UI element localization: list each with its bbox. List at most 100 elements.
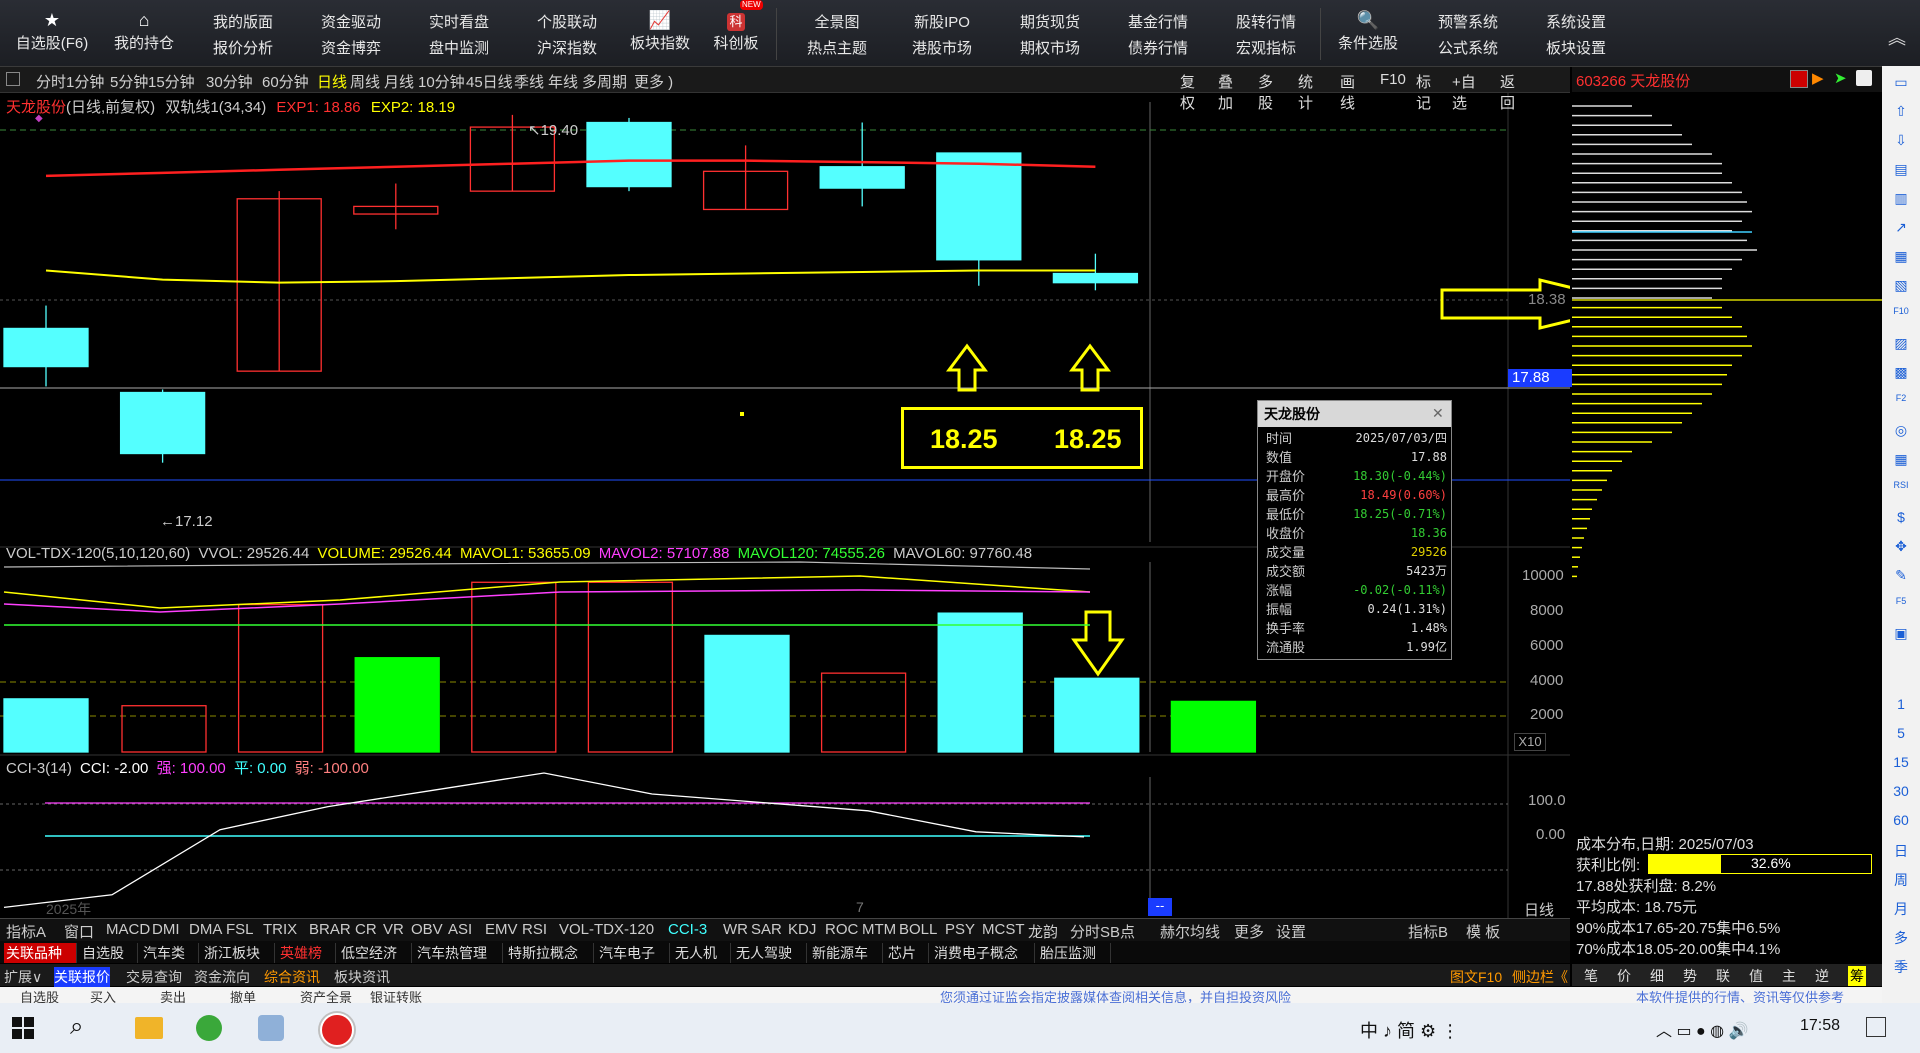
block-tab[interactable]: 汽车电子 xyxy=(597,943,670,963)
period-tab[interactable]: 45日线 xyxy=(466,71,513,92)
alert-system-link[interactable]: 预警系统 xyxy=(1418,10,1518,36)
sidebar-tool-icon[interactable]: ▨ xyxy=(1891,335,1911,355)
futures-link[interactable]: 期货现货 xyxy=(1000,10,1100,36)
watchlist-button[interactable]: ★ 自选股(F6) xyxy=(4,8,100,60)
kechuang-button[interactable]: 科 NEW 科创板 xyxy=(688,0,784,60)
chart-tool-button[interactable]: 画线 xyxy=(1340,71,1355,113)
chart-tool-button[interactable]: 叠加 xyxy=(1218,71,1233,113)
sidebar-period-button[interactable]: 60 xyxy=(1886,812,1916,828)
indicator-tab[interactable]: BRAR xyxy=(309,921,351,938)
indicator-tab[interactable]: BOLL xyxy=(899,921,937,938)
indicator-tab[interactable]: 指标B xyxy=(1408,921,1448,942)
sidebar-tool-icon[interactable]: ⇩ xyxy=(1891,132,1911,152)
close-icon[interactable]: ✕ xyxy=(1432,405,1444,422)
block-tab[interactable]: 新能源车 xyxy=(810,943,883,963)
intraday-monitor-link[interactable]: 盘中监测 xyxy=(409,36,509,62)
chart-tool-button[interactable]: 多股 xyxy=(1258,71,1273,113)
chart-tool-button[interactable]: 返回 xyxy=(1500,71,1515,113)
period-tab[interactable]: 季线 xyxy=(514,71,544,92)
sidebar-period-button[interactable]: 15 xyxy=(1886,754,1916,770)
chart-tool-button[interactable]: +自选 xyxy=(1452,71,1476,113)
indicator-tab[interactable]: VR xyxy=(383,921,404,938)
indicator-tab[interactable]: 设置 xyxy=(1276,921,1306,942)
indicator-tab[interactable]: DMI xyxy=(152,921,180,938)
side-tab[interactable]: 联 xyxy=(1716,966,1730,986)
settings-icon[interactable] xyxy=(1856,70,1872,86)
windows-start-icon[interactable] xyxy=(12,1017,34,1039)
sidebar-tool-icon[interactable]: ▩ xyxy=(1891,364,1911,384)
ime-indicator[interactable]: 中 ♪ 简 ⚙ ⋮ xyxy=(1360,1017,1459,1043)
sidebar-period-button[interactable]: 5 xyxy=(1886,725,1916,741)
search-icon[interactable]: ⌕ xyxy=(70,1013,83,1041)
sidebar-tool-icon[interactable]: $ xyxy=(1891,509,1911,529)
sub-right-link[interactable]: 侧边栏《 xyxy=(1512,967,1568,987)
hk-market-link[interactable]: 港股市场 xyxy=(892,36,992,62)
indicator-tab[interactable]: PSY xyxy=(945,921,975,938)
file-explorer-icon[interactable] xyxy=(135,1017,163,1039)
side-tab[interactable]: 逆 xyxy=(1815,966,1829,986)
neeq-link[interactable]: 股转行情 xyxy=(1216,10,1316,36)
sub-tab[interactable]: 板块资讯 xyxy=(334,967,390,987)
notification-icon[interactable] xyxy=(1866,1017,1886,1037)
sidebar-period-button[interactable]: 月 xyxy=(1886,899,1916,919)
period-tab[interactable]: 分时 xyxy=(36,71,66,92)
indicator-tab[interactable]: MACD xyxy=(106,921,150,938)
panorama-link[interactable]: 全景图 xyxy=(787,10,887,36)
indicator-tab[interactable]: ROC xyxy=(825,921,858,938)
hs-index-link[interactable]: 沪深指数 xyxy=(517,36,617,62)
chart-tool-button[interactable]: 复权 xyxy=(1180,71,1195,113)
indicator-tab[interactable]: MTM xyxy=(862,921,896,938)
block-tab[interactable]: 胎压监测 xyxy=(1038,943,1111,963)
side-tab[interactable]: 细 xyxy=(1650,966,1664,986)
quote-analysis-link[interactable]: 报价分析 xyxy=(193,36,293,62)
hot-topic-link[interactable]: 热点主题 xyxy=(787,36,887,62)
fund-game-link[interactable]: 资金博弈 xyxy=(301,36,401,62)
block-tab[interactable]: 消费电子概念 xyxy=(932,943,1035,963)
indicator-tab[interactable]: VOL-TDX-120 xyxy=(559,921,654,938)
stock-link-link[interactable]: 个股联动 xyxy=(517,10,617,36)
sidebar-period-button[interactable]: 周 xyxy=(1886,870,1916,890)
tray-icons[interactable]: ︿ ▭ ● ◍ 🔊 xyxy=(1656,1017,1748,1041)
block-tab[interactable]: 无人机 xyxy=(673,943,731,963)
block-tab[interactable]: 关联品种 xyxy=(4,943,77,963)
flag-icon[interactable] xyxy=(1790,70,1808,88)
indicator-tab[interactable]: CR xyxy=(355,921,377,938)
sub-tab[interactable]: 综合资讯 xyxy=(264,967,320,987)
board-settings-link[interactable]: 板块设置 xyxy=(1526,36,1626,62)
fund-quote-link[interactable]: 基金行情 xyxy=(1108,10,1208,36)
indicator-tab[interactable]: RSI xyxy=(522,921,547,938)
formula-system-link[interactable]: 公式系统 xyxy=(1418,36,1518,62)
side-tab[interactable]: 筹 xyxy=(1848,966,1866,986)
sub-tab[interactable]: 扩展∨ xyxy=(4,967,42,987)
ipo-link[interactable]: 新股IPO xyxy=(892,10,992,36)
indicator-tab[interactable]: 指标A xyxy=(6,921,46,942)
sidebar-period-button[interactable]: 30 xyxy=(1886,783,1916,799)
sub-tab[interactable]: 关联报价 xyxy=(54,967,110,987)
sidebar-tool-icon[interactable]: F2 xyxy=(1891,393,1911,413)
period-tab[interactable]: 5分钟 xyxy=(110,71,148,92)
period-tab[interactable]: 1分钟 xyxy=(66,71,104,92)
indicator-tab[interactable]: FSL xyxy=(226,921,254,938)
sidebar-tool-icon[interactable]: ▤ xyxy=(1891,161,1911,181)
side-tab[interactable]: 价 xyxy=(1617,966,1631,986)
indicator-tab[interactable]: OBV xyxy=(411,921,443,938)
sidebar-tool-icon[interactable]: ▧ xyxy=(1891,277,1911,297)
period-tab[interactable]: 月线 xyxy=(384,71,414,92)
sidebar-tool-icon[interactable]: ↗ xyxy=(1891,219,1911,239)
block-tab[interactable]: 自选股 xyxy=(80,943,138,963)
side-tab[interactable]: 主 xyxy=(1782,966,1796,986)
sidebar-period-button[interactable]: 多 xyxy=(1886,928,1916,948)
indicator-tab[interactable]: TRIX xyxy=(263,921,297,938)
side-tab[interactable]: 值 xyxy=(1749,966,1763,986)
sidebar-period-button[interactable]: 日 xyxy=(1886,841,1916,861)
block-tab[interactable]: 无人驾驶 xyxy=(734,943,807,963)
realtime-view-link[interactable]: 实时看盘 xyxy=(409,10,509,36)
sub-tab[interactable]: 交易查询 xyxy=(126,967,182,987)
block-tab[interactable]: 芯片 xyxy=(886,943,929,963)
sidebar-tool-icon[interactable]: ✎ xyxy=(1891,567,1911,587)
sidebar-tool-icon[interactable]: F10 xyxy=(1891,306,1911,326)
macro-link[interactable]: 宏观指标 xyxy=(1216,36,1316,62)
trading-app-icon[interactable] xyxy=(320,1013,354,1047)
period-tab[interactable]: 更多 ) xyxy=(634,71,673,92)
side-tab[interactable]: 笔 xyxy=(1584,966,1598,986)
